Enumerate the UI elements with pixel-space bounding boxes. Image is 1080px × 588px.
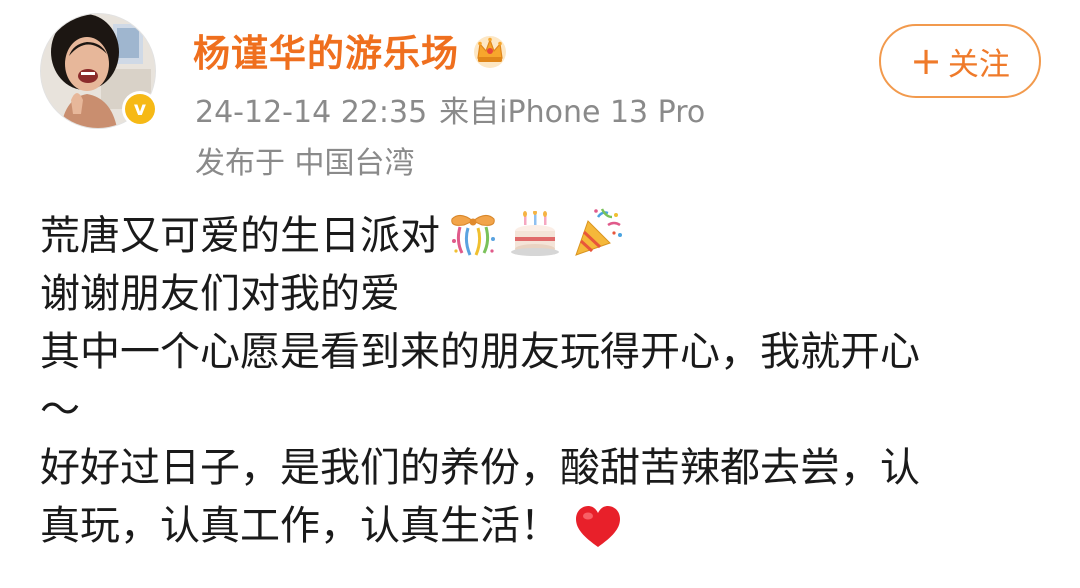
follow-label: 关注 — [947, 46, 1010, 83]
crown-icon[interactable] — [471, 31, 509, 69]
post-line: 谢谢朋友们对我的爱 — [40, 265, 1040, 323]
post-meta: 24-12-14 22:35 来自iPhone 13 Pro — [195, 87, 705, 131]
username[interactable]: 杨谨华的游乐场 — [193, 23, 459, 77]
post-line: ～ — [40, 381, 1040, 439]
post-source: 来自iPhone 13 Pro — [439, 95, 706, 130]
red-heart-icon — [574, 505, 622, 565]
birthday-cake-icon — [510, 210, 560, 273]
post-line-text: 好好过日子，是我们的养份，酸甜苦辣都去尝，认 — [40, 445, 920, 491]
avatar-container[interactable]: v — [40, 13, 158, 129]
post-line-text: 荒唐又可爱的生日派对 — [40, 213, 440, 259]
post-timestamp: 24-12-14 22:35 — [195, 95, 428, 130]
post-content: 荒唐又可爱的生日派对 谢谢朋友们对我的爱 其中一个心愿是看到来的朋友玩得开心，我… — [40, 207, 1040, 555]
post-line-text: 真玩，认真工作，认真生活！ — [40, 503, 560, 549]
post-line: 其中一个心愿是看到来的朋友玩得开心，我就开心 — [40, 323, 1040, 381]
post-line: 荒唐又可爱的生日派对 — [40, 207, 1040, 265]
post-line: 好好过日子，是我们的养份，酸甜苦辣都去尝，认 — [40, 439, 1040, 497]
post-line-text: 谢谢朋友们对我的爱 — [40, 271, 400, 317]
weibo-post: v 杨谨华的游乐场 24-12-14 22:35 来自iPhone 13 Pro … — [0, 0, 1080, 588]
party-popper-icon — [572, 207, 624, 273]
post-line: 真玩，认真工作，认真生活！ — [40, 497, 1040, 555]
username-row: 杨谨华的游乐场 — [193, 22, 509, 78]
ribbon-gift-icon — [446, 211, 500, 273]
post-line-text: ～ — [40, 387, 80, 433]
verified-icon: v — [125, 94, 155, 124]
post-line-text: 其中一个心愿是看到来的朋友玩得开心，我就开心 — [40, 329, 920, 375]
follow-button[interactable]: + 关注 — [879, 24, 1041, 98]
plus-icon: + — [910, 39, 942, 83]
post-location: 发布于 中国台湾 — [195, 146, 415, 181]
verified-badge: v — [122, 91, 158, 127]
